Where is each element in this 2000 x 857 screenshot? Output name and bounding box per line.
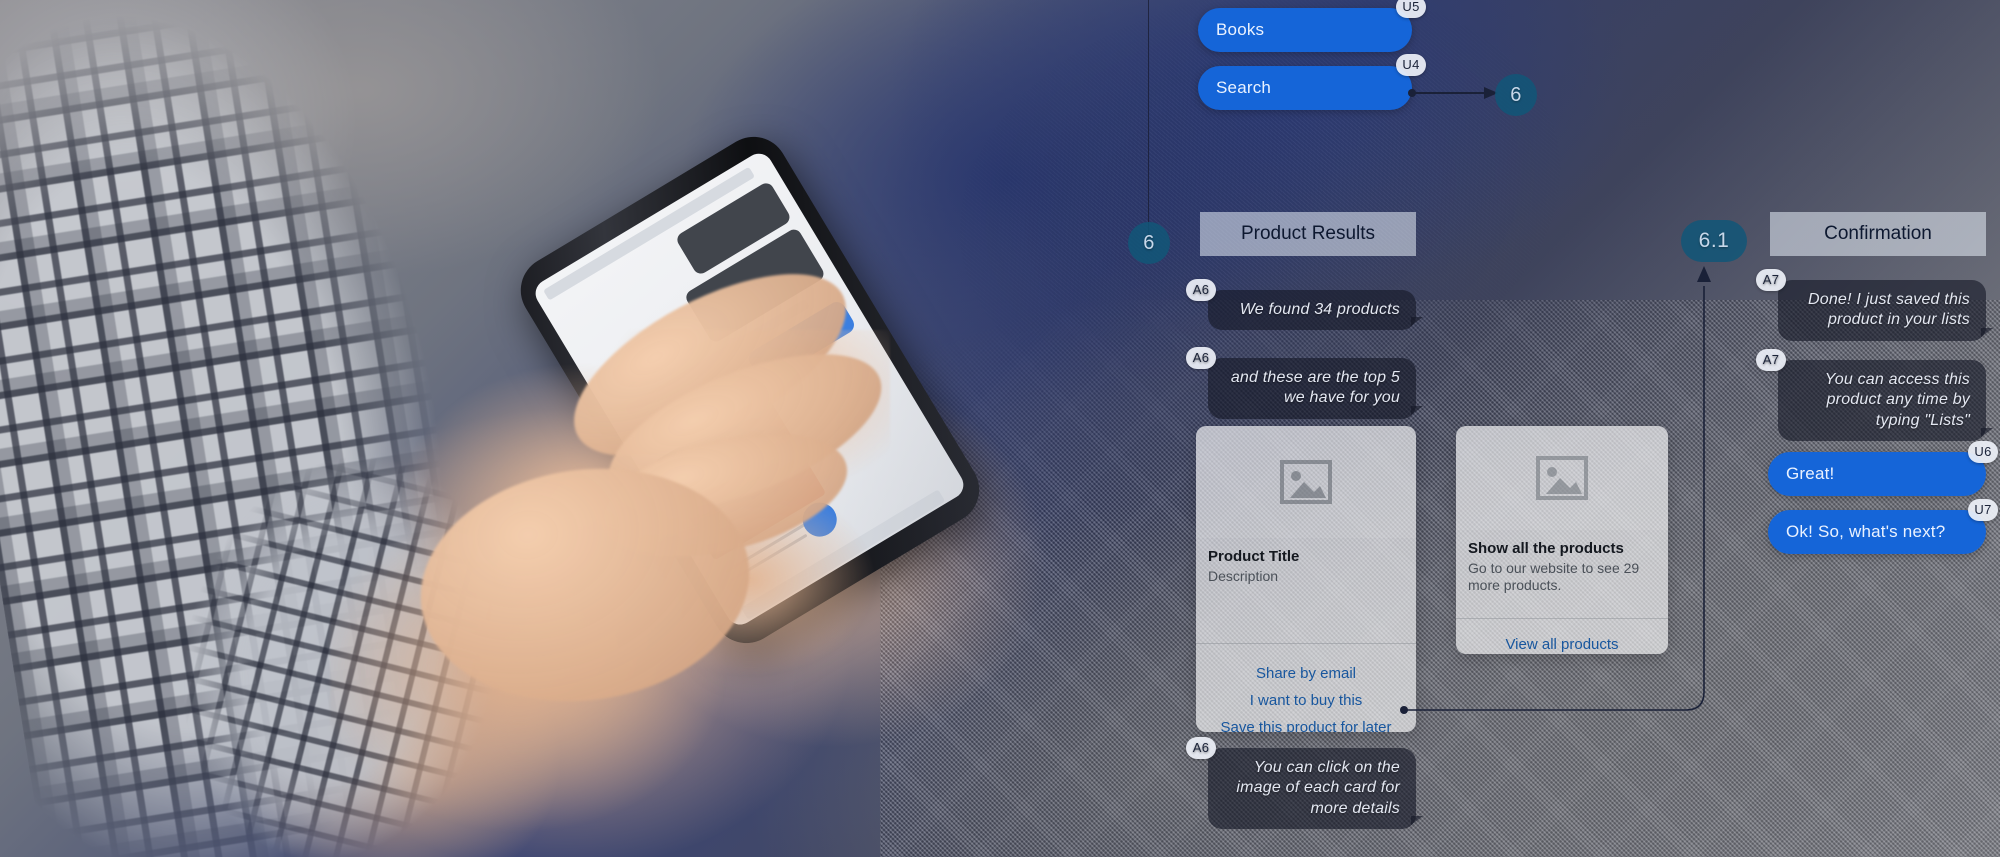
card-action-buy-this[interactable]: I want to buy this bbox=[1196, 687, 1416, 714]
user-bubble-books[interactable]: Books U5 bbox=[1198, 0, 1426, 52]
annotation-tag-a6-3: A6 bbox=[1186, 737, 1216, 759]
annotation-tag-u4: U4 bbox=[1396, 54, 1426, 76]
agent-bubble-top-five: and these are the top 5 we have for you … bbox=[1186, 347, 1423, 419]
agent-bubble-top-five-text: and these are the top 5 we have for you bbox=[1230, 369, 1400, 407]
product-results-panel: Product Results bbox=[1200, 212, 1416, 256]
step-marker-6-1: 6.1 bbox=[1681, 220, 1747, 262]
image-placeholder-icon bbox=[1280, 460, 1332, 504]
step-marker-6-top: 6 bbox=[1495, 74, 1537, 116]
connector-search-to-step6 bbox=[1408, 87, 1498, 99]
card-action-save-for-later[interactable]: Save this product for later bbox=[1196, 714, 1416, 732]
card-separator bbox=[1196, 643, 1416, 645]
product-card-title: Product Title bbox=[1208, 548, 1300, 565]
annotation-tag-a7-2: A7 bbox=[1756, 349, 1786, 371]
confirmation-panel: Confirmation bbox=[1770, 212, 1986, 256]
agent-bubble-saved-product: Done! I just saved this product in your … bbox=[1756, 269, 1993, 341]
card-action-share-by-email[interactable]: Share by email bbox=[1196, 660, 1416, 687]
user-bubble-search[interactable]: Search U4 bbox=[1198, 54, 1426, 110]
annotation-tag-u6: U6 bbox=[1968, 441, 1998, 463]
agent-bubble-click-image-hint: You can click on the image of each card … bbox=[1186, 737, 1423, 830]
agent-bubble-access-lists: You can access this product any time by … bbox=[1756, 349, 1993, 442]
product-results-title: Product Results bbox=[1200, 212, 1416, 256]
screenshot-stage: Books U5 Search U4 6 6 Product Results W… bbox=[0, 0, 2000, 857]
column-divider bbox=[1148, 0, 1149, 244]
agent-bubble-found-products: We found 34 products A6 bbox=[1186, 279, 1423, 331]
annotation-tag-u5: U5 bbox=[1396, 0, 1426, 18]
agent-bubble-access-lists-text: You can access this product any time by … bbox=[1824, 371, 1970, 429]
user-bubble-books-label: Books bbox=[1216, 20, 1265, 39]
user-bubble-search-label: Search bbox=[1216, 78, 1272, 97]
user-bubble-great-label: Great! bbox=[1786, 464, 1835, 483]
flow-overlay: Books U5 Search U4 6 6 Product Results W… bbox=[0, 0, 2000, 857]
confirmation-title: Confirmation bbox=[1770, 212, 1986, 256]
annotation-tag-a6-1: A6 bbox=[1186, 279, 1216, 301]
agent-bubble-click-image-hint-text: You can click on the image of each card … bbox=[1236, 759, 1400, 817]
product-card-body: Product Title Description bbox=[1196, 538, 1416, 599]
user-bubble-whats-next[interactable]: Ok! So, what's next? U7 bbox=[1768, 499, 1998, 554]
step-marker-6-left: 6 bbox=[1128, 222, 1170, 264]
annotation-tag-u7: U7 bbox=[1968, 499, 1998, 521]
user-bubble-whats-next-label: Ok! So, what's next? bbox=[1786, 522, 1946, 541]
product-card-image[interactable] bbox=[1196, 426, 1416, 538]
product-card-actions: Share by email I want to buy this Save t… bbox=[1196, 660, 1416, 732]
user-bubble-great[interactable]: Great! U6 bbox=[1768, 441, 1998, 496]
annotation-tag-a7-1: A7 bbox=[1756, 269, 1786, 291]
product-card-description: Description bbox=[1208, 568, 1279, 584]
agent-bubble-saved-product-text: Done! I just saved this product in your … bbox=[1807, 291, 1970, 329]
agent-bubble-found-products-text: We found 34 products bbox=[1239, 301, 1400, 318]
connector-to-confirmation bbox=[1400, 266, 1711, 714]
annotation-tag-a6-2: A6 bbox=[1186, 347, 1216, 369]
product-card[interactable]: Product Title Description Share by email… bbox=[1196, 426, 1416, 732]
